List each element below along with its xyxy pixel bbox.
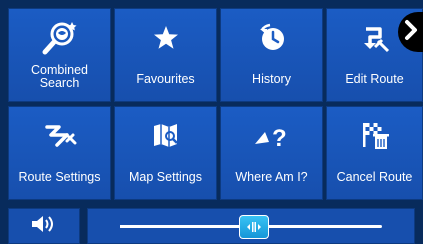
favourites-label: Favourites: [136, 71, 195, 86]
where-am-i-icon: ?: [221, 119, 322, 153]
map-settings-label: Map Settings: [129, 169, 202, 184]
where-am-i-button[interactable]: ? Where Am I?: [220, 106, 323, 200]
where-am-i-label: Where Am I?: [235, 169, 308, 184]
route-settings-label: Route Settings: [18, 169, 101, 184]
history-label: History: [252, 71, 291, 86]
svg-text:?: ?: [272, 125, 287, 150]
route-settings-icon: [9, 119, 110, 153]
speaker-icon: [30, 214, 58, 239]
history-icon: [221, 21, 322, 55]
cancel-route-label: Cancel Route: [336, 169, 413, 184]
mute-button[interactable]: [8, 208, 80, 244]
cancel-route-button[interactable]: Cancel Route: [326, 106, 423, 200]
volume-slider-fill: [120, 225, 254, 228]
chevron-right-icon: [404, 19, 418, 46]
route-settings-button[interactable]: Route Settings: [8, 106, 111, 200]
favourites-button[interactable]: Favourites: [114, 8, 217, 102]
volume-slider-thumb[interactable]: [238, 215, 269, 239]
map-settings-icon: [115, 119, 216, 153]
edit-route-label: Edit Route: [345, 71, 404, 86]
volume-slider[interactable]: [87, 208, 415, 244]
cancel-route-icon: [327, 119, 422, 153]
combined-search-label: Combined Search: [31, 63, 88, 90]
combined-search-button[interactable]: Combined Search: [8, 8, 111, 102]
volume-bar: [0, 205, 423, 244]
menu-grid: Combined Search Favourites History Edit …: [8, 8, 423, 200]
main-menu-screen: Combined Search Favourites History Edit …: [0, 0, 423, 244]
star-icon: [115, 21, 216, 55]
map-settings-button[interactable]: Map Settings: [114, 106, 217, 200]
history-button[interactable]: History: [220, 8, 323, 102]
combined-search-icon: [9, 21, 110, 55]
